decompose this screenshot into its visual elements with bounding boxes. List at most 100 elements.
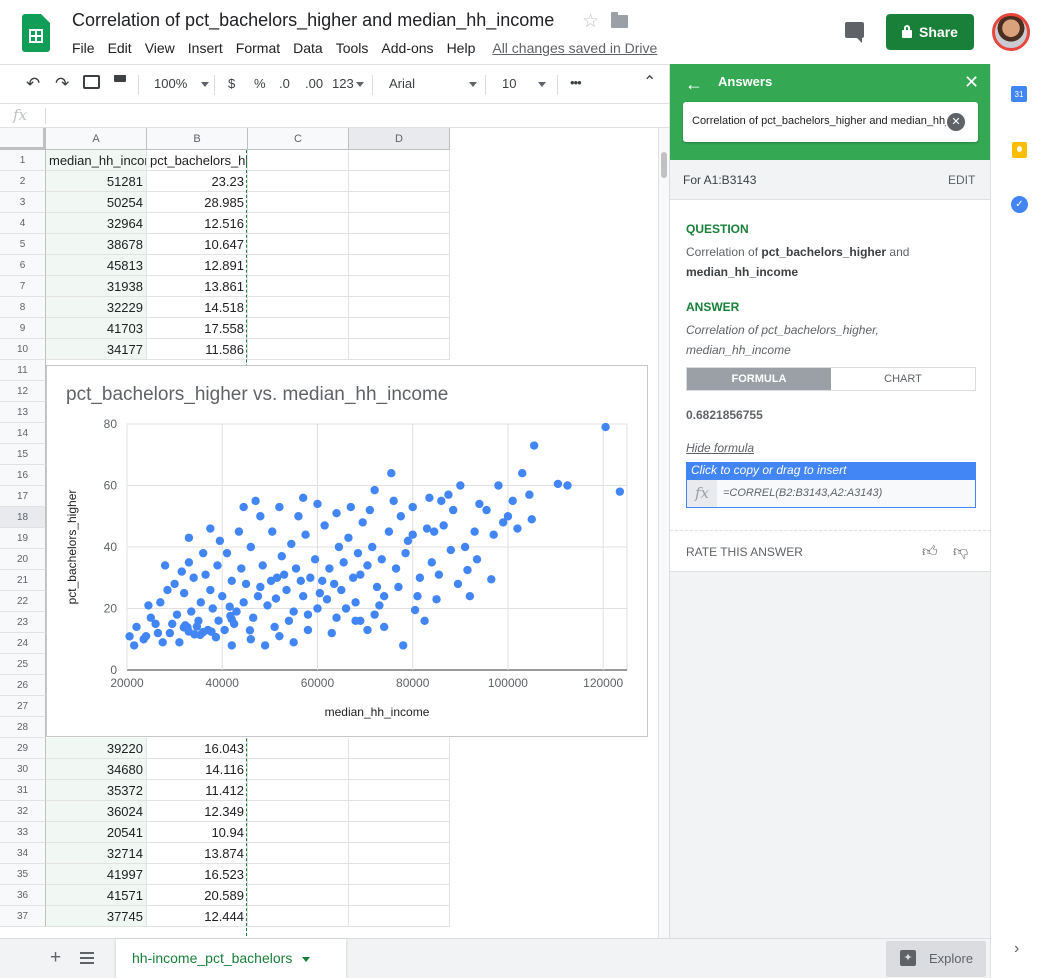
cell-empty[interactable] (349, 843, 450, 864)
cell-empty[interactable] (349, 801, 450, 822)
increase-decimal-button[interactable]: .00 (305, 76, 323, 91)
cell-empty[interactable] (248, 318, 349, 339)
row-header[interactable]: 23 (0, 612, 46, 633)
row-header[interactable]: 16 (0, 465, 46, 486)
cell-empty[interactable] (248, 213, 349, 234)
cell-empty[interactable] (248, 906, 349, 927)
cell-b[interactable]: 12.516 (147, 213, 248, 234)
formula-chip[interactable]: fx =CORREL(B2:B3143,A2:A3143) (686, 479, 976, 508)
cell-empty[interactable] (248, 780, 349, 801)
hide-formula-link[interactable]: Hide formula (686, 441, 754, 455)
cell-b[interactable]: 10.94 (147, 822, 248, 843)
menu-view[interactable]: View (145, 40, 175, 56)
cell-a[interactable]: 37745 (46, 906, 147, 927)
row-header[interactable]: 5 (0, 234, 46, 255)
cell-empty[interactable] (349, 318, 450, 339)
tab-formula[interactable]: FORMULA (687, 368, 831, 390)
menu-tools[interactable]: Tools (336, 40, 369, 56)
cell-empty[interactable] (248, 255, 349, 276)
row-header[interactable]: 19 (0, 528, 46, 549)
cell-b[interactable]: 13.861 (147, 276, 248, 297)
cell-a[interactable]: 39220 (46, 738, 147, 759)
cell-empty[interactable] (248, 822, 349, 843)
thumbs-down-icon[interactable]: 👎︎ (953, 543, 968, 561)
menu-insert[interactable]: Insert (188, 40, 223, 56)
cell-empty[interactable] (248, 339, 349, 360)
answers-query-input[interactable]: Correlation of pct_bachelors_higher and … (683, 102, 978, 142)
cell-b[interactable]: 20.589 (147, 885, 248, 906)
cell-empty[interactable] (248, 171, 349, 192)
column-header-b[interactable]: B (147, 128, 248, 150)
cell-b[interactable]: 28.985 (147, 192, 248, 213)
row-header[interactable]: 32 (0, 801, 46, 822)
cell-a[interactable]: 41703 (46, 318, 147, 339)
cell-empty[interactable] (248, 192, 349, 213)
cell-b[interactable]: 14.116 (147, 759, 248, 780)
cell-a[interactable]: 32229 (46, 297, 147, 318)
cell-a[interactable]: 41997 (46, 864, 147, 885)
currency-format-button[interactable]: $ (228, 76, 235, 91)
cell-b[interactable]: 12.444 (147, 906, 248, 927)
row-header[interactable]: 11 (0, 360, 46, 381)
cell-empty[interactable] (349, 780, 450, 801)
row-header[interactable]: 27 (0, 696, 46, 717)
cell-empty[interactable] (248, 759, 349, 780)
all-sheets-icon[interactable] (80, 952, 94, 964)
cell-a[interactable]: 32714 (46, 843, 147, 864)
row-header[interactable]: 7 (0, 276, 46, 297)
cell-b[interactable]: 17.558 (147, 318, 248, 339)
cell-b[interactable]: 14.518 (147, 297, 248, 318)
row-header[interactable]: 31 (0, 780, 46, 801)
font-size-select[interactable]: 10 (502, 76, 547, 91)
document-title[interactable]: Correlation of pct_bachelors_higher and … (72, 10, 554, 31)
scrollbar-thumb[interactable] (661, 152, 667, 178)
tasks-icon[interactable]: ✓ (1011, 196, 1028, 213)
keep-icon[interactable] (1012, 142, 1027, 158)
cell-empty[interactable] (248, 885, 349, 906)
cell-empty[interactable] (349, 276, 450, 297)
paint-format-icon[interactable] (114, 75, 126, 82)
cell-empty[interactable] (248, 864, 349, 885)
row-header[interactable]: 28 (0, 717, 46, 738)
cell-empty[interactable] (349, 255, 450, 276)
cell-b[interactable]: 12.349 (147, 801, 248, 822)
cell-b[interactable]: 10.647 (147, 234, 248, 255)
row-header[interactable]: 26 (0, 675, 46, 696)
cell-a[interactable]: 34177 (46, 339, 147, 360)
more-options-icon[interactable]: ••• (570, 75, 582, 90)
add-sheet-icon[interactable]: + (50, 947, 61, 969)
cell-a[interactable]: 45813 (46, 255, 147, 276)
row-header[interactable]: 25 (0, 654, 46, 675)
row-header[interactable]: 13 (0, 402, 46, 423)
redo-icon[interactable]: ↷ (55, 74, 69, 94)
undo-icon[interactable]: ↶ (26, 74, 40, 94)
cell-a[interactable]: 36024 (46, 801, 147, 822)
percent-format-button[interactable]: % (254, 76, 266, 91)
avatar[interactable] (992, 13, 1030, 51)
cell-a[interactable]: 50254 (46, 192, 147, 213)
cell-empty[interactable] (349, 759, 450, 780)
sheet-tab[interactable]: hh-income_pct_bachelors (116, 939, 346, 978)
row-header[interactable]: 4 (0, 213, 46, 234)
thumbs-up-icon[interactable]: 👍︎ (922, 543, 938, 561)
cell-b[interactable]: 13.874 (147, 843, 248, 864)
edit-range-button[interactable]: EDIT (948, 173, 975, 187)
calendar-icon[interactable]: 31 (1011, 86, 1027, 102)
menu-help[interactable]: Help (447, 40, 476, 56)
row-header[interactable]: 10 (0, 339, 46, 360)
close-icon[interactable]: ✕ (964, 72, 979, 93)
cell-b[interactable]: 16.523 (147, 864, 248, 885)
row-header[interactable]: 6 (0, 255, 46, 276)
cell-empty[interactable] (349, 864, 450, 885)
cell-empty[interactable] (248, 276, 349, 297)
cell-empty[interactable] (349, 192, 450, 213)
vertical-scrollbar[interactable] (658, 128, 669, 938)
cell-empty[interactable] (248, 150, 349, 171)
cell-empty[interactable] (248, 297, 349, 318)
cell-a[interactable]: 51281 (46, 171, 147, 192)
save-status-link[interactable]: All changes saved in Drive (492, 40, 657, 56)
font-select[interactable]: Arial (389, 76, 478, 91)
menu-addons[interactable]: Add-ons (381, 40, 433, 56)
row-header[interactable]: 22 (0, 591, 46, 612)
cell-a[interactable]: 20541 (46, 822, 147, 843)
